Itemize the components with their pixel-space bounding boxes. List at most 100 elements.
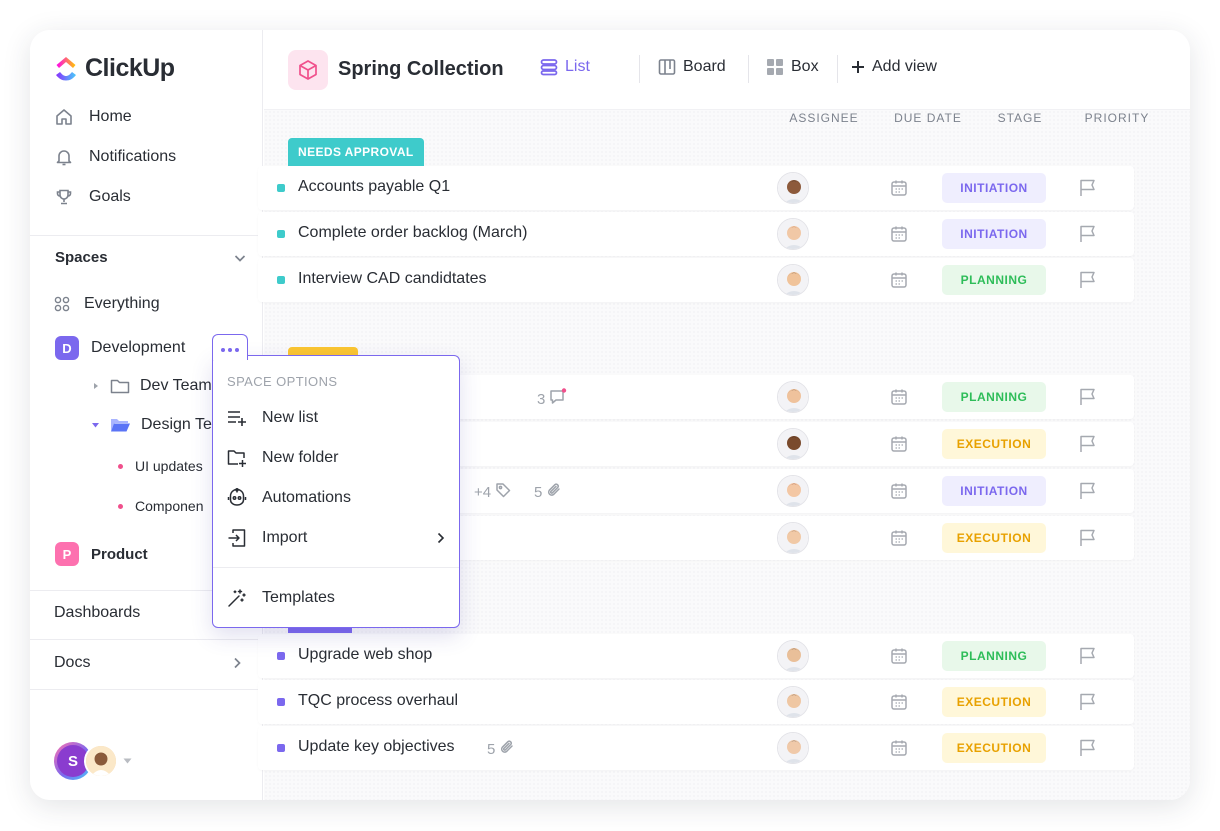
stage-badge[interactable]: PLANNING: [942, 641, 1046, 671]
stage-badge[interactable]: INITIATION: [942, 173, 1046, 203]
stage-badge[interactable]: PLANNING: [942, 265, 1046, 295]
assignee-avatar[interactable]: [777, 264, 809, 296]
menu-item-new-folder[interactable]: New folder: [227, 448, 447, 468]
menu-item-automations[interactable]: Automations: [227, 488, 447, 508]
task-row[interactable]: Accounts payable Q1 INITIATION: [258, 166, 1134, 210]
list-ui-updates[interactable]: UI updates: [118, 458, 203, 474]
paperclip-count[interactable]: 5: [534, 482, 562, 502]
task-row[interactable]: Complete order backlog (March) INITIATION: [258, 212, 1134, 256]
calendar-icon[interactable]: [890, 271, 908, 289]
tab-board[interactable]: Board: [658, 58, 726, 76]
assignee-avatar[interactable]: [777, 522, 809, 554]
menu-divider: [213, 567, 459, 568]
spaces-label: Spaces: [55, 249, 108, 266]
menu-item-label: Templates: [262, 589, 335, 607]
comment-count[interactable]: 3: [537, 388, 567, 410]
flag-icon[interactable]: [1078, 224, 1098, 244]
stage-badge[interactable]: EXECUTION: [942, 687, 1046, 717]
menu-item-templates[interactable]: Templates: [227, 588, 447, 608]
menu-item-new-list[interactable]: New list: [227, 408, 447, 428]
stage-badge[interactable]: EXECUTION: [942, 429, 1046, 459]
task-name[interactable]: Interview CAD candidtates: [298, 270, 487, 288]
flag-icon[interactable]: [1078, 270, 1098, 290]
menu-item-import[interactable]: Import: [227, 528, 447, 548]
sidebar-item-docs[interactable]: Docs: [54, 654, 244, 672]
list-components[interactable]: Componen: [118, 498, 204, 514]
teammate-avatar[interactable]: [84, 744, 118, 778]
sidebar-item-notifications[interactable]: Notifications: [54, 147, 176, 167]
space-product[interactable]: P Product: [55, 542, 148, 566]
assignee-avatar[interactable]: [777, 172, 809, 204]
folder-design-team[interactable]: Design Te: [91, 416, 212, 434]
space-label: Product: [91, 546, 148, 563]
calendar-icon[interactable]: [890, 179, 908, 197]
task-name[interactable]: TQC process overhaul: [298, 692, 458, 710]
paperclip-count[interactable]: 5: [487, 739, 515, 759]
flag-icon[interactable]: [1078, 646, 1098, 666]
space-development[interactable]: D Development: [55, 336, 185, 360]
task-name[interactable]: Accounts payable Q1: [298, 178, 450, 196]
spaces-header[interactable]: Spaces: [55, 249, 247, 266]
calendar-icon[interactable]: [890, 388, 908, 406]
tab-list[interactable]: List: [540, 58, 590, 76]
folder-dev-team[interactable]: Dev Team: [92, 377, 212, 395]
stage-badge[interactable]: INITIATION: [942, 219, 1046, 249]
logo[interactable]: ClickUp: [53, 54, 175, 83]
calendar-icon[interactable]: [890, 482, 908, 500]
status-square[interactable]: [277, 230, 285, 238]
flag-icon[interactable]: [1078, 528, 1098, 548]
status-square[interactable]: [277, 184, 285, 192]
assignee-avatar[interactable]: [777, 686, 809, 718]
assignee-avatar[interactable]: [777, 475, 809, 507]
stage-badge[interactable]: EXECUTION: [942, 523, 1046, 553]
group-tag[interactable]: NEEDS APPROVAL: [288, 138, 424, 166]
assignee-avatar[interactable]: [777, 218, 809, 250]
task-name[interactable]: Complete order backlog (March): [298, 224, 527, 242]
sidebar-item-everything[interactable]: Everything: [54, 295, 160, 313]
plus-icon: [851, 60, 865, 74]
column-header-due-date[interactable]: DUE DATE: [890, 111, 966, 125]
calendar-icon[interactable]: [890, 225, 908, 243]
task-row[interactable]: Update key objectives 5 EXECUTION: [258, 726, 1134, 770]
column-header-assignee[interactable]: ASSIGNEE: [789, 111, 859, 125]
status-square[interactable]: [277, 276, 285, 284]
status-square[interactable]: [277, 698, 285, 706]
tag-icon: [495, 482, 511, 502]
task-name[interactable]: Update key objectives: [298, 738, 455, 756]
calendar-icon[interactable]: [890, 647, 908, 665]
status-square[interactable]: [277, 744, 285, 752]
stage-badge[interactable]: PLANNING: [942, 382, 1046, 412]
task-name[interactable]: Upgrade web shop: [298, 646, 432, 664]
status-square[interactable]: [277, 652, 285, 660]
tab-box[interactable]: Box: [766, 58, 819, 76]
flag-icon[interactable]: [1078, 434, 1098, 454]
add-view-button[interactable]: Add view: [851, 58, 937, 76]
assignee-avatar[interactable]: [777, 732, 809, 764]
task-row[interactable]: TQC process overhaul EXECUTION: [258, 680, 1134, 724]
assignee-avatar[interactable]: [777, 381, 809, 413]
stage-badge[interactable]: INITIATION: [942, 476, 1046, 506]
task-row[interactable]: Interview CAD candidtates PLANNING: [258, 258, 1134, 302]
calendar-icon[interactable]: [890, 739, 908, 757]
caret-down-icon[interactable]: [123, 758, 132, 764]
flag-icon[interactable]: [1078, 387, 1098, 407]
sidebar-item-home[interactable]: Home: [54, 107, 132, 127]
flag-icon[interactable]: [1078, 738, 1098, 758]
more-options-button[interactable]: [212, 334, 248, 360]
flag-icon[interactable]: [1078, 692, 1098, 712]
assignee-avatar[interactable]: [777, 640, 809, 672]
sidebar-item-goals[interactable]: Goals: [54, 187, 131, 207]
column-header-stage[interactable]: STAGE: [990, 111, 1050, 125]
task-row[interactable]: Upgrade web shop PLANNING: [258, 634, 1134, 678]
view-divider: [748, 55, 749, 83]
tag-count[interactable]: +4: [474, 482, 511, 502]
column-header-priority[interactable]: PRIORITY: [1080, 111, 1154, 125]
flag-icon[interactable]: [1078, 178, 1098, 198]
assignee-avatar[interactable]: [777, 428, 809, 460]
calendar-icon[interactable]: [890, 693, 908, 711]
list-label: UI updates: [135, 458, 203, 474]
flag-icon[interactable]: [1078, 481, 1098, 501]
calendar-icon[interactable]: [890, 435, 908, 453]
stage-badge[interactable]: EXECUTION: [942, 733, 1046, 763]
calendar-icon[interactable]: [890, 529, 908, 547]
